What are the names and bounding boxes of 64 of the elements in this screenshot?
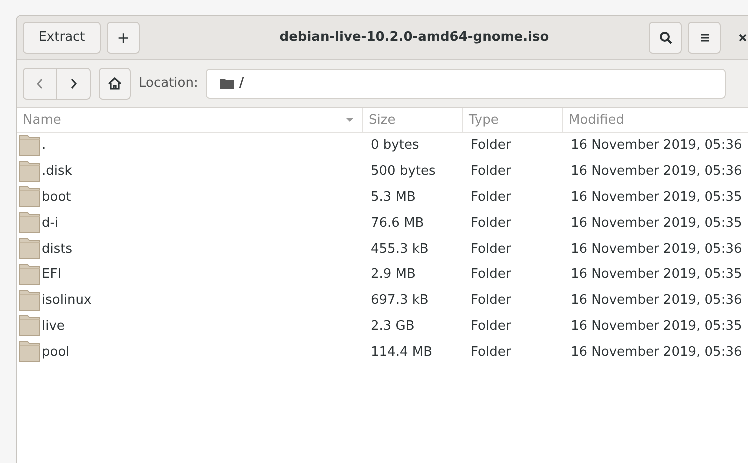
home-icon bbox=[108, 77, 122, 90]
folder-icon bbox=[19, 134, 41, 157]
home-button[interactable] bbox=[99, 68, 131, 100]
search-button[interactable] bbox=[649, 22, 682, 54]
file-type: Folder bbox=[471, 293, 512, 308]
modified-date: 16 November 2019, 05:36 bbox=[571, 293, 742, 308]
modified-date: 16 November 2019, 05:36 bbox=[571, 242, 742, 257]
file-type: Folder bbox=[471, 242, 512, 257]
file-name: boot bbox=[42, 190, 72, 205]
modified-date: 16 November 2019, 05:35 bbox=[571, 216, 742, 231]
extract-button[interactable]: Extract bbox=[23, 22, 101, 54]
modified-date: 16 November 2019, 05:36 bbox=[571, 164, 742, 180]
file-type: Folder bbox=[471, 216, 512, 231]
file-name: .disk bbox=[42, 164, 72, 180]
search-icon bbox=[658, 30, 672, 44]
file-type: Folder bbox=[471, 267, 512, 282]
folder-icon bbox=[19, 186, 41, 208]
file-name: isolinux bbox=[42, 293, 92, 308]
folder-icon bbox=[19, 341, 41, 364]
file-type: Folder bbox=[471, 318, 512, 334]
folder-icon bbox=[19, 315, 41, 338]
file-type: Folder bbox=[471, 190, 512, 205]
file-size: 114.4 MB bbox=[371, 344, 432, 360]
file-type: Folder bbox=[471, 344, 512, 360]
file-size: 455.3 kB bbox=[371, 242, 429, 257]
menu-icon bbox=[698, 32, 710, 44]
chevron-left-icon bbox=[35, 78, 45, 90]
location-label: Location: bbox=[139, 76, 198, 91]
file-type: Folder bbox=[471, 164, 512, 180]
modified-date: 16 November 2019, 05:35 bbox=[571, 190, 742, 205]
file-name: pool bbox=[42, 344, 70, 360]
window-title: debian-live-10.2.0-amd64-gnome.iso bbox=[278, 30, 550, 45]
file-size: 5.3 MB bbox=[371, 190, 416, 205]
add-button[interactable]: + bbox=[107, 22, 140, 54]
column-header[interactable]: Modified bbox=[563, 108, 748, 132]
file-size: 2.9 MB bbox=[371, 267, 416, 282]
close-icon bbox=[738, 32, 748, 42]
modified-date: 16 November 2019, 05:35 bbox=[571, 318, 742, 334]
chevron-right-icon bbox=[68, 78, 78, 90]
column-header[interactable]: Name bbox=[17, 108, 363, 132]
modified-date: 16 November 2019, 05:36 bbox=[571, 138, 742, 154]
column-header[interactable]: Size bbox=[363, 108, 463, 132]
file-size: 76.6 MB bbox=[371, 216, 424, 231]
modified-date: 16 November 2019, 05:36 bbox=[571, 344, 742, 360]
file-name: live bbox=[42, 318, 65, 334]
folder-icon bbox=[19, 160, 41, 183]
file-size: 0 bytes bbox=[371, 138, 420, 154]
menu-button[interactable] bbox=[688, 22, 721, 54]
folder-icon bbox=[19, 264, 41, 286]
file-name: d-i bbox=[42, 216, 59, 231]
file-size: 2.3 GB bbox=[371, 318, 415, 334]
file-name: EFI bbox=[42, 267, 62, 282]
folder-icon bbox=[19, 290, 41, 312]
modified-date: 16 November 2019, 05:35 bbox=[571, 267, 742, 282]
file-name: . bbox=[42, 138, 46, 154]
folder-icon bbox=[19, 238, 41, 260]
column-header[interactable]: Type bbox=[463, 108, 563, 132]
folder-icon bbox=[219, 78, 236, 90]
location-field[interactable]: / bbox=[206, 68, 726, 98]
file-type: Folder bbox=[471, 138, 512, 154]
folder-icon bbox=[19, 212, 41, 234]
file-size: 697.3 kB bbox=[371, 293, 429, 308]
file-size: 500 bytes bbox=[371, 164, 436, 180]
file-name: dists bbox=[42, 242, 73, 257]
